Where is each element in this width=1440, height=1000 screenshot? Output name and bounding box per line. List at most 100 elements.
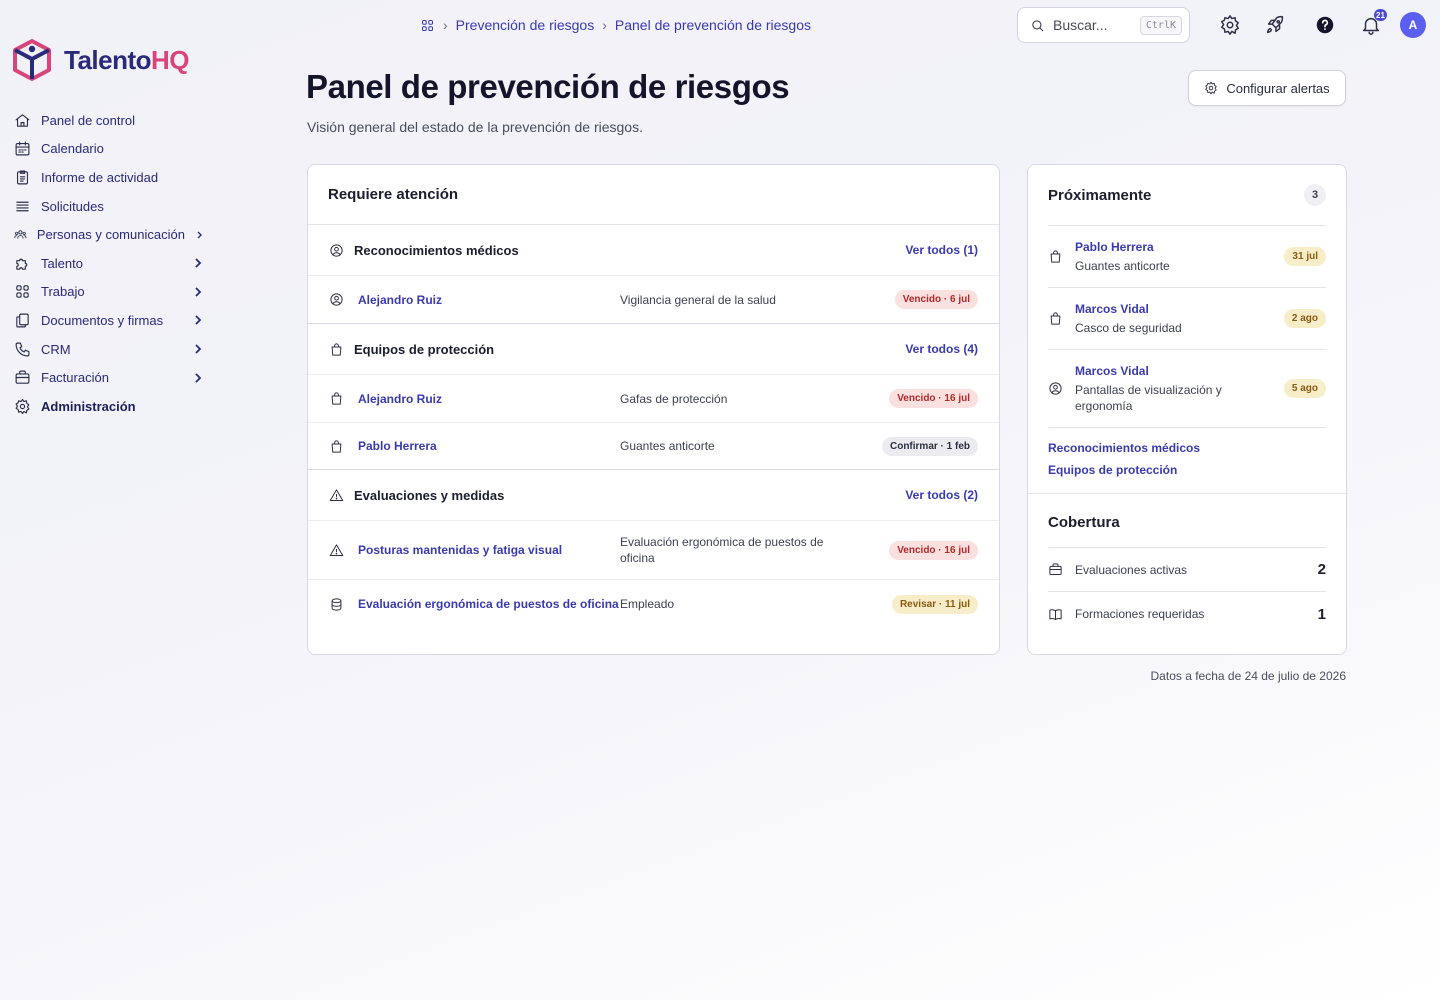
user-circle-icon [330, 243, 343, 257]
sidebar-item-administracion[interactable]: Administración [14, 392, 204, 421]
user-circle-icon [1049, 382, 1062, 395]
puzzle-icon [16, 258, 28, 270]
list-icon [16, 201, 29, 211]
sidebar-item-personas[interactable]: Personas y comunicación [14, 220, 204, 249]
side-card: Próximamente 3 Pablo Herrera Guantes ant… [1027, 164, 1347, 655]
table-row[interactable]: Pablo Herrera Guantes anticorte Confirma… [308, 423, 999, 470]
apps-grid-icon[interactable] [420, 18, 435, 33]
row-name-link[interactable]: Alejandro Ruiz [358, 293, 620, 307]
data-date-note: Datos a fecha de 24 de julio de 2026 [1150, 669, 1346, 683]
sidebar-item-informe-de-actividad[interactable]: Informe de actividad [14, 163, 204, 192]
upcoming-description: Pantallas de visualización y ergonomía [1075, 382, 1222, 413]
people-icon [14, 230, 27, 239]
sidebar-item-documentos[interactable]: Documentos y firmas [14, 306, 204, 335]
coverage-value: 2 [1317, 561, 1326, 578]
settings-gear-icon[interactable] [1219, 14, 1241, 36]
configure-alerts-button[interactable]: Configurar alertas [1188, 70, 1346, 106]
link-protective-equipment[interactable]: Equipos de protección [1048, 463, 1326, 477]
search-shortcut: CtrlK [1139, 15, 1182, 35]
section-header-assessments: Evaluaciones y medidas Ver todos (2) [308, 470, 999, 521]
rocket-icon[interactable] [1264, 14, 1286, 36]
brand-name: TalentoHQ [64, 44, 190, 75]
page-title: Panel de prevención de riesgos [306, 68, 790, 105]
chevron-right-icon [195, 258, 202, 268]
sidebar-item-talento[interactable]: Talento [14, 249, 204, 278]
section-header-ppe: Equipos de protección Ver todos (4) [308, 324, 999, 375]
sidebar-item-trabajo[interactable]: Trabajo [14, 278, 204, 307]
section-title: Evaluaciones y medidas [354, 487, 505, 503]
coverage-label: Evaluaciones activas [1075, 562, 1188, 577]
row-name-link[interactable]: Posturas mantenidas y fatiga visual [358, 543, 620, 557]
sidebar-item-label: Calendario [41, 141, 104, 157]
table-row[interactable]: Alejandro Ruiz Vigilancia general de la … [308, 276, 999, 324]
row-description: Vigilancia general de la salud [620, 292, 776, 307]
documents-icon [16, 313, 29, 328]
status-badge: Confirmar · 1 feb [881, 436, 978, 456]
view-all-link[interactable]: Ver todos (4) [905, 342, 978, 356]
upcoming-list: Pablo Herrera Guantes anticorte 31 jul M… [1048, 225, 1326, 428]
view-all-link[interactable]: Ver todos (2) [905, 488, 978, 502]
shopping-bag-icon [331, 439, 342, 453]
sidebar-item-panel-de-control[interactable]: Panel de control [14, 106, 204, 135]
section-title: Reconocimientos médicos [354, 242, 519, 258]
shopping-bag-icon [1050, 312, 1061, 325]
sidebar-item-label: Administración [41, 398, 136, 414]
breadcrumb-level1[interactable]: Prevención de riesgos [456, 17, 595, 33]
row-description: Empleado [620, 597, 675, 611]
coverage-section: Cobertura Evaluaciones activas 2 Formaci… [1028, 493, 1346, 636]
brand-logo[interactable]: TalentoHQ [12, 38, 190, 82]
breadcrumb-level2[interactable]: Panel de prevención de riesgos [615, 17, 811, 33]
sidebar-item-solicitudes[interactable]: Solicitudes [14, 192, 204, 221]
sidebar-item-calendario[interactable]: Calendario [14, 135, 204, 164]
row-description: Gafas de protección [620, 391, 728, 406]
logo-cube-icon [13, 39, 51, 81]
row-description: Evaluación ergonómica de puestos de ofic… [620, 535, 824, 565]
upcoming-header: Próximamente 3 [1028, 165, 1346, 225]
avatar[interactable]: A [1400, 12, 1426, 38]
coverage-value: 1 [1317, 605, 1326, 623]
sidebar-item-facturacion[interactable]: Facturación [14, 363, 204, 392]
attention-title: Requiere atención [308, 165, 999, 225]
warning-triangle-icon [329, 543, 344, 556]
upcoming-name[interactable]: Marcos Vidal [1075, 302, 1284, 316]
help-icon[interactable] [1314, 14, 1336, 36]
upcoming-name[interactable]: Marcos Vidal [1075, 364, 1244, 378]
shopping-bag-icon [331, 392, 342, 405]
row-name-link[interactable]: Evaluación ergonómica de puestos de ofic… [358, 597, 620, 611]
link-medical-checks[interactable]: Reconocimientos médicos [1048, 441, 1326, 455]
table-row[interactable]: Evaluación ergonómica de puestos de ofic… [308, 580, 999, 628]
sidebar-item-label: Panel de control [41, 112, 135, 128]
row-name-link[interactable]: Pablo Herrera [358, 439, 620, 453]
date-badge: 5 ago [1283, 379, 1326, 398]
briefcase-icon [15, 370, 30, 384]
table-row[interactable]: Posturas mantenidas y fatiga visual Eval… [308, 521, 999, 580]
row-name-link[interactable]: Alejandro Ruiz [358, 392, 620, 406]
sidebar-item-crm[interactable]: CRM [14, 335, 204, 364]
list-item[interactable]: Marcos Vidal Pantallas de visualización … [1048, 350, 1326, 428]
section-title: Equipos de protección [354, 341, 495, 357]
breadcrumb: › Prevención de riesgos › Panel de preve… [420, 17, 811, 33]
sidebar-item-label: Trabajo [41, 284, 85, 300]
page-subtitle: Visión general del estado de la prevenci… [307, 119, 643, 135]
warning-triangle-icon [329, 488, 344, 501]
status-badge: Vencido · 16 jul [889, 540, 978, 560]
breadcrumb-separator: › [443, 17, 448, 33]
sidebar-item-label: Solicitudes [41, 198, 104, 214]
list-item[interactable]: Pablo Herrera Guantes anticorte 31 jul [1048, 226, 1326, 288]
attention-card: Requiere atención Reconocimientos médico… [307, 164, 1000, 655]
table-row[interactable]: Alejandro Ruiz Gafas de protección Venci… [308, 375, 999, 423]
shopping-bag-icon [1050, 250, 1061, 263]
view-all-link[interactable]: Ver todos (1) [905, 243, 978, 257]
search-input[interactable]: Buscar... CtrlK [1017, 7, 1190, 43]
coverage-label: Formaciones requeridas [1075, 607, 1205, 621]
list-item[interactable]: Marcos Vidal Casco de seguridad 2 ago [1048, 288, 1326, 350]
chevron-right-icon [195, 344, 202, 354]
date-badge: 2 ago [1283, 309, 1326, 328]
chevron-right-icon [195, 287, 202, 297]
briefcase-icon [1049, 563, 1062, 575]
upcoming-title: Próximamente [1048, 186, 1152, 204]
gear-icon [1205, 81, 1218, 95]
upcoming-name[interactable]: Pablo Herrera [1075, 240, 1284, 254]
calendar-icon [15, 141, 30, 156]
sidebar-item-label: Informe de actividad [41, 169, 159, 185]
